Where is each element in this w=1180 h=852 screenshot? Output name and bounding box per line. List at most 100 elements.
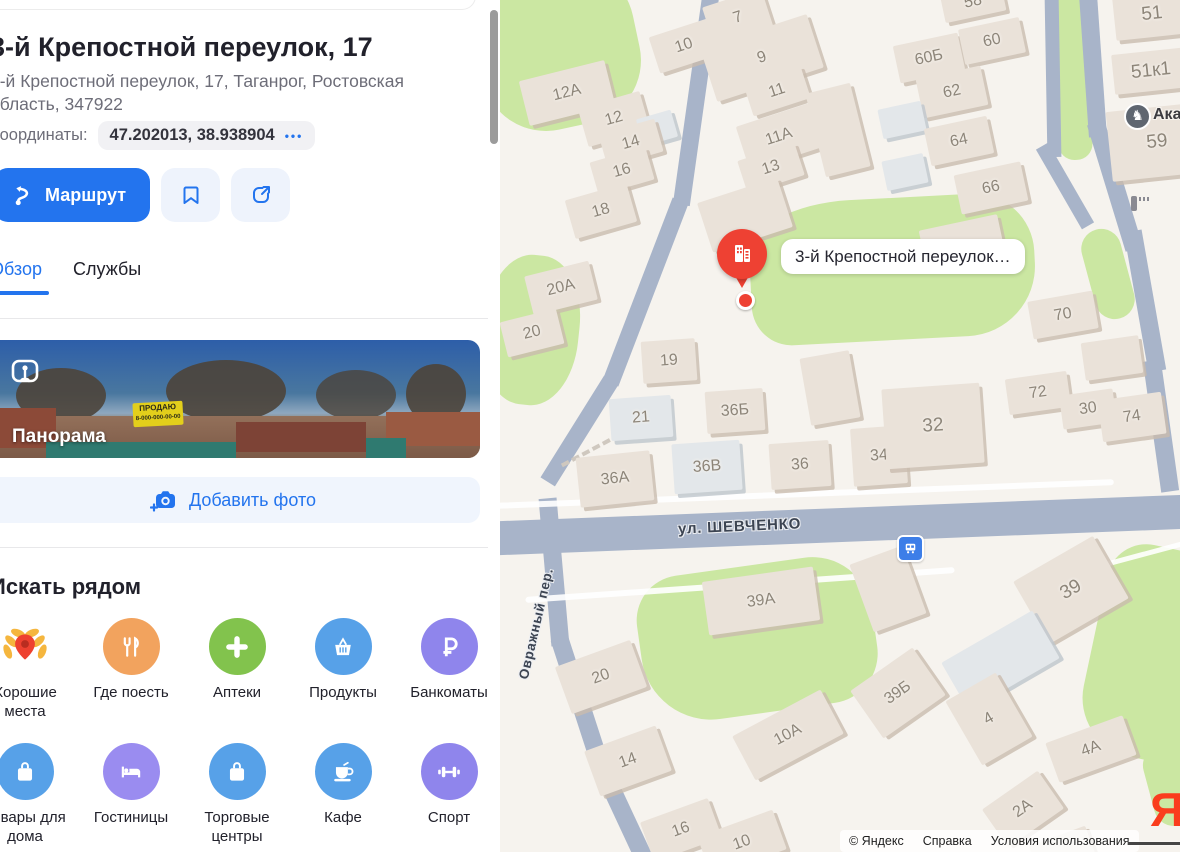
- map-building: [805, 82, 871, 178]
- shopping-bag-icon: [208, 743, 266, 800]
- copyright-link[interactable]: © Яндекс: [849, 834, 904, 848]
- nearby-item-hotels[interactable]: Гостиницы: [78, 743, 184, 846]
- divider: [0, 547, 488, 548]
- laurel-pin-icon: [0, 618, 54, 675]
- yandex-maps-app: 10 12А 12 14 16 18 20А 20 7 9 11 11А 13 58 60Б 60 62 64 66…: [0, 0, 1180, 852]
- map-building: 70: [1027, 290, 1099, 340]
- panorama-preview[interactable]: ПРОДАЮ 8-000-000-00-00 Панорама: [0, 340, 480, 458]
- map-building: [799, 350, 861, 426]
- nearby-item-restaurants[interactable]: Где поесть: [78, 618, 184, 721]
- nearby-item-pharmacy[interactable]: Аптеки: [184, 618, 290, 721]
- nearby-item-malls[interactable]: Торговые центры: [184, 743, 290, 846]
- tab-bar: Обзор Службы: [0, 259, 141, 280]
- nearby-item-label: Продукты: [309, 684, 377, 701]
- nearby-item-atm[interactable]: Банкоматы: [396, 618, 500, 721]
- nearby-item-label: Хорошие места: [0, 684, 57, 720]
- bed-icon: [102, 743, 160, 800]
- map-building: 66: [953, 161, 1029, 215]
- coordinates-value[interactable]: 47.202013, 38.938904: [110, 126, 275, 145]
- coordinates-chip[interactable]: 47.202013, 38.938904 •••: [97, 121, 316, 150]
- building-icon: [735, 245, 750, 262]
- shopping-bag-icon: [0, 743, 54, 800]
- fork-knife-icon: [102, 618, 160, 675]
- bookmark-icon: [183, 186, 199, 204]
- place-card-panel: 3-й Крепостной переулок, 17 3-й Крепостн…: [0, 0, 500, 852]
- share-button[interactable]: [231, 168, 291, 222]
- map-canvas[interactable]: 10 12А 12 14 16 18 20А 20 7 9 11 11А 13 58 60Б 60 62 64 66…: [500, 0, 1180, 852]
- yandex-logo[interactable]: Я: [1150, 782, 1180, 837]
- nearby-item-label: Банкоматы: [410, 684, 488, 701]
- nearby-item-sport[interactable]: Спорт: [396, 743, 500, 846]
- map-building: 21: [608, 394, 674, 442]
- coffee-cup-icon: [314, 743, 372, 800]
- nearby-item-grocery[interactable]: Продукты: [290, 618, 396, 721]
- panorama-sign: ПРОДАЮ 8-000-000-00-00: [132, 400, 184, 428]
- marker-anchor-dot: [736, 291, 755, 310]
- dumbbell-icon: [420, 743, 478, 800]
- map-building: 60: [957, 16, 1027, 66]
- coordinates-more-button[interactable]: •••: [285, 129, 304, 143]
- nearby-item-cafe[interactable]: Кафе: [290, 743, 396, 846]
- place-title: 3-й Крепостной переулок, 17: [0, 32, 373, 62]
- map-building: 51к1: [1111, 47, 1180, 95]
- map-attribution: © Яндекс Справка Условия использования: [840, 830, 1139, 852]
- share-icon: [252, 186, 270, 203]
- bus-stop-icon[interactable]: [897, 535, 924, 562]
- map-building: [877, 100, 927, 140]
- marker-balloon: [717, 229, 767, 279]
- camera-plus-icon: [149, 491, 175, 512]
- search-box-edge: [0, 0, 476, 10]
- panorama-icon: [10, 356, 40, 391]
- ruble-icon: [420, 618, 478, 675]
- bookmark-button[interactable]: [161, 168, 221, 222]
- action-buttons: Маршрут: [0, 168, 291, 222]
- equestrian-statue-icon[interactable]: ♞: [1124, 103, 1151, 130]
- panel-scrollbar[interactable]: [490, 10, 498, 144]
- nearby-item-label: Где поесть: [93, 684, 169, 701]
- map-building: 58: [939, 0, 1007, 24]
- map-building: [881, 152, 929, 192]
- basket-icon: [314, 618, 372, 675]
- plus-icon: [208, 618, 266, 675]
- help-link[interactable]: Справка: [923, 834, 972, 848]
- nearby-item-label: Торговые центры: [204, 809, 270, 845]
- bus-glyph: [905, 543, 916, 554]
- tab-services[interactable]: Службы: [73, 259, 141, 280]
- nearby-item-label: Аптеки: [212, 684, 262, 701]
- nearby-grid: Хорошие места Где поесть: [0, 618, 500, 846]
- nearby-item-good-places[interactable]: Хорошие места: [0, 618, 78, 721]
- marker-label[interactable]: 3-й Крепостной переулок…: [781, 239, 1025, 274]
- nearby-item-label: Кафе: [324, 809, 362, 826]
- map-building: 51: [1111, 0, 1180, 41]
- road-segment: [1044, 0, 1062, 158]
- place-marker[interactable]: [717, 229, 767, 291]
- map-building: 18: [564, 182, 638, 240]
- terms-link[interactable]: Условия использования: [991, 834, 1130, 848]
- panorama-label: Панорама: [12, 426, 106, 447]
- map-building: 64: [923, 115, 995, 167]
- map-building: 36Б: [704, 388, 766, 434]
- nearby-item-label: Гостиницы: [93, 809, 169, 826]
- add-photo-label: Добавить фото: [188, 489, 317, 510]
- map-scale-bar: [1128, 842, 1180, 845]
- route-button[interactable]: Маршрут: [0, 168, 151, 222]
- coordinates-label: Координаты:: [0, 126, 88, 144]
- place-address: 3-й Крепостной переулок, 17, Таганрог, Р…: [0, 71, 404, 114]
- map-building: 36А: [575, 450, 655, 508]
- tab-overview[interactable]: Обзор: [0, 259, 42, 280]
- poi-label[interactable]: Акад: [1153, 106, 1180, 124]
- nearby-item-home-goods[interactable]: Товары для дома: [0, 743, 78, 846]
- map-building: 36: [768, 439, 832, 491]
- add-photo-button[interactable]: Добавить фото: [0, 477, 480, 523]
- monument-icon: [1131, 196, 1151, 211]
- map-building: 36В: [671, 439, 743, 495]
- nearby-item-label: Товары для дома: [0, 809, 66, 845]
- coordinates-row: Координаты: 47.202013, 38.938904 •••: [0, 121, 316, 150]
- route-icon: [15, 185, 29, 205]
- divider: [0, 318, 488, 319]
- map-building: 74: [1097, 391, 1167, 443]
- nearby-item-label: Спорт: [427, 809, 471, 826]
- route-button-label: Маршрут: [45, 184, 127, 205]
- map-building: 19: [640, 338, 698, 384]
- nearby-section-title: Искать рядом: [0, 574, 142, 599]
